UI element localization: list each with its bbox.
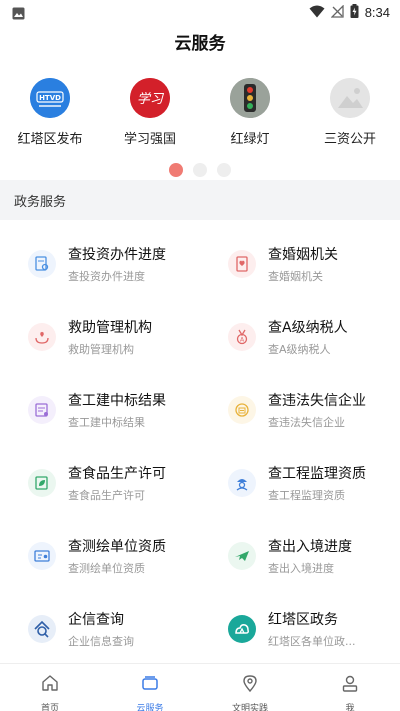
construction-bid-icon (28, 395, 56, 424)
service-title: 查婚姻机关 (268, 246, 338, 263)
service-dishonest-enterprise[interactable]: 查违法失信企业 查违法失信企业 (200, 373, 400, 446)
service-subtitle: 红塔区各单位政... (268, 634, 356, 648)
signal-off-icon (330, 3, 344, 22)
pager-dot-1[interactable] (169, 163, 183, 177)
hongta-release-logo: HTVD (30, 78, 70, 118)
tab-label: 文明实践 (231, 704, 268, 711)
home-icon (40, 673, 60, 697)
xuexi-qiangguo-logo: 学习 (130, 78, 170, 118)
shortcut-label: 三资公开 (323, 132, 376, 147)
service-subtitle: 查工建中标结果 (68, 415, 145, 429)
service-title: 查A级纳税人 (268, 319, 348, 336)
section-divider (0, 180, 400, 188)
tab-label: 云服务 (136, 704, 164, 711)
tab-label: 我 (345, 704, 355, 711)
service-exit-entry-progress[interactable]: 查出入境进度 查出入境进度 (200, 519, 400, 592)
status-clock: 8:34 (364, 5, 390, 20)
page-title: 云服务 (174, 34, 226, 54)
tab-label: 首页 (40, 704, 59, 711)
tax-medal-icon: A (228, 322, 256, 351)
pager-dot-2[interactable] (193, 163, 207, 177)
food-license-icon (28, 468, 56, 497)
document-search-icon (28, 249, 56, 278)
tab-civilization-practice[interactable]: 文明实践 (200, 664, 300, 711)
section-title: 政务服务 (14, 195, 67, 210)
shortcut-sanzi-public[interactable]: 三资公开 (300, 78, 400, 150)
svg-text:HTVD: HTVD (39, 94, 61, 102)
hongta-government-icon (228, 614, 256, 643)
dishonest-enterprise-icon (228, 395, 256, 424)
svg-text:学习: 学习 (137, 91, 165, 107)
header: 云服务 (0, 24, 400, 64)
engineer-supervision-icon (228, 468, 256, 497)
service-investment-progress[interactable]: 查投资办件进度 查投资办件进度 (0, 227, 200, 300)
status-bar: 8:34 (0, 0, 400, 24)
government-services-grid: 查投资办件进度 查投资办件进度 查婚姻机关 查婚姻机关 救助管理机构 救助管理机… (0, 227, 400, 665)
service-title: 查违法失信企业 (268, 392, 366, 409)
service-title: 查投资办件进度 (68, 246, 166, 263)
service-food-license[interactable]: 查食品生产许可 查食品生产许可 (0, 446, 200, 519)
helping-hands-icon (28, 322, 56, 351)
service-subtitle: 查A级纳税人 (268, 342, 331, 356)
service-construction-bid[interactable]: 查工建中标结果 查工建中标结果 (0, 373, 200, 446)
tab-me[interactable]: 我 (300, 664, 400, 711)
service-title: 查食品生产许可 (68, 465, 166, 482)
enterprise-search-icon (28, 614, 56, 643)
tab-cloud-service[interactable]: 云服务 (100, 664, 200, 711)
shortcut-carousel: HTVD 红塔区发布 学习 学习强国 红绿灯 三资公开 (0, 78, 400, 150)
bottom-tab-bar: 首页 云服务 文明实践 我 (0, 663, 400, 711)
surveying-qualification-icon (28, 541, 56, 570)
shortcut-label: 红绿灯 (230, 132, 270, 147)
gallery-notification-icon (12, 5, 25, 24)
service-hongta-government[interactable]: 红塔区政务 红塔区各单位政... (200, 592, 400, 665)
marriage-certificate-icon (228, 249, 256, 278)
service-relief-management[interactable]: 救助管理机构 救助管理机构 (0, 300, 200, 373)
service-marriage-office[interactable]: 查婚姻机关 查婚姻机关 (200, 227, 400, 300)
airplane-icon (228, 541, 256, 570)
service-surveying-qualification[interactable]: 查测绘单位资质 查测绘单位资质 (0, 519, 200, 592)
shortcut-traffic-light[interactable]: 红绿灯 (200, 78, 300, 150)
shortcut-label: 学习强国 (123, 132, 176, 147)
service-title: 红塔区政务 (268, 611, 338, 628)
shortcut-label: 红塔区发布 (17, 132, 83, 147)
shortcut-hongta-release[interactable]: HTVD 红塔区发布 (0, 78, 100, 150)
cloud-service-icon (140, 673, 160, 697)
service-subtitle: 查工程监理资质 (268, 488, 345, 502)
placeholder-image-logo (330, 78, 370, 118)
service-a-level-taxpayer[interactable]: A 查A级纳税人 查A级纳税人 (200, 300, 400, 373)
service-enterprise-info[interactable]: 企信查询 企业信息查询 (0, 592, 200, 665)
service-title: 查工程监理资质 (268, 465, 366, 482)
service-subtitle: 查违法失信企业 (268, 415, 345, 429)
section-header: 政务服务 (0, 188, 400, 220)
service-engineering-supervision[interactable]: 查工程监理资质 查工程监理资质 (200, 446, 400, 519)
shortcut-xuexi-qiangguo[interactable]: 学习 学习强国 (100, 78, 200, 150)
service-title: 查工建中标结果 (68, 392, 166, 409)
user-icon (340, 673, 360, 697)
service-title: 查出入境进度 (268, 538, 352, 555)
service-title: 救助管理机构 (68, 319, 152, 336)
location-pin-icon (240, 673, 260, 697)
pager-dot-3[interactable] (217, 163, 231, 177)
service-title: 企信查询 (68, 611, 124, 628)
service-subtitle: 查食品生产许可 (68, 488, 145, 502)
service-subtitle: 企业信息查询 (68, 634, 134, 648)
tab-home[interactable]: 首页 (0, 664, 100, 711)
wifi-icon (309, 3, 325, 22)
carousel-pager (0, 163, 400, 177)
service-subtitle: 查投资办件进度 (68, 269, 145, 283)
service-subtitle: 查测绘单位资质 (68, 561, 145, 575)
service-subtitle: 查出入境进度 (268, 561, 334, 575)
battery-charging-icon (350, 3, 359, 22)
service-subtitle: 救助管理机构 (68, 342, 134, 356)
traffic-light-logo (230, 78, 270, 118)
service-subtitle: 查婚姻机关 (268, 269, 323, 283)
service-title: 查测绘单位资质 (68, 538, 166, 555)
